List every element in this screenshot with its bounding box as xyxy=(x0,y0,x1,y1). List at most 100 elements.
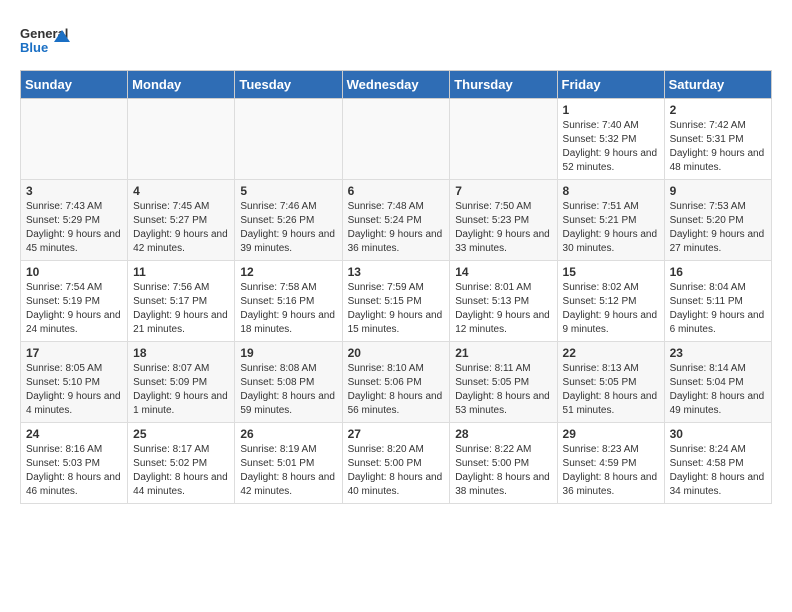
calendar-cell: 1 Sunrise: 7:40 AMSunset: 5:32 PMDaylight… xyxy=(557,99,664,180)
calendar-cell: 16 Sunrise: 8:04 AMSunset: 5:11 PMDayligh… xyxy=(664,261,771,342)
calendar-cell: 28 Sunrise: 8:22 AMSunset: 5:00 PMDayligh… xyxy=(450,423,557,504)
day-number: 15 xyxy=(563,265,659,279)
calendar-header-friday: Friday xyxy=(557,71,664,99)
calendar-week-row: 24 Sunrise: 8:16 AMSunset: 5:03 PMDayligh… xyxy=(21,423,772,504)
calendar-cell: 7 Sunrise: 7:50 AMSunset: 5:23 PMDaylight… xyxy=(450,180,557,261)
day-number: 2 xyxy=(670,103,766,117)
day-number: 1 xyxy=(563,103,659,117)
cell-info: Sunrise: 7:58 AMSunset: 5:16 PMDaylight:… xyxy=(240,281,336,337)
calendar-cell: 2 Sunrise: 7:42 AMSunset: 5:31 PMDaylight… xyxy=(664,99,771,180)
day-number: 7 xyxy=(455,184,551,198)
day-number: 11 xyxy=(133,265,229,279)
calendar-cell: 8 Sunrise: 7:51 AMSunset: 5:21 PMDaylight… xyxy=(557,180,664,261)
calendar-header-sunday: Sunday xyxy=(21,71,128,99)
day-number: 3 xyxy=(26,184,122,198)
calendar-week-row: 10 Sunrise: 7:54 AMSunset: 5:19 PMDayligh… xyxy=(21,261,772,342)
day-number: 4 xyxy=(133,184,229,198)
cell-info: Sunrise: 7:50 AMSunset: 5:23 PMDaylight:… xyxy=(455,200,551,256)
cell-info: Sunrise: 8:11 AMSunset: 5:05 PMDaylight:… xyxy=(455,362,551,418)
calendar-cell: 27 Sunrise: 8:20 AMSunset: 5:00 PMDayligh… xyxy=(342,423,450,504)
day-number: 24 xyxy=(26,427,122,441)
cell-info: Sunrise: 8:17 AMSunset: 5:02 PMDaylight:… xyxy=(133,443,229,499)
day-number: 8 xyxy=(563,184,659,198)
cell-info: Sunrise: 8:04 AMSunset: 5:11 PMDaylight:… xyxy=(670,281,766,337)
calendar-cell: 23Sunrise: 8:14 AMSunset: 5:04 PMDayligh… xyxy=(664,342,771,423)
calendar-cell: 25 Sunrise: 8:17 AMSunset: 5:02 PMDayligh… xyxy=(128,423,235,504)
calendar-cell: 5 Sunrise: 7:46 AMSunset: 5:26 PMDaylight… xyxy=(235,180,342,261)
calendar-cell: 10 Sunrise: 7:54 AMSunset: 5:19 PMDayligh… xyxy=(21,261,128,342)
calendar-cell: 21 Sunrise: 8:11 AMSunset: 5:05 PMDayligh… xyxy=(450,342,557,423)
cell-info: Sunrise: 8:20 AMSunset: 5:00 PMDaylight:… xyxy=(348,443,445,499)
calendar-cell: 6 Sunrise: 7:48 AMSunset: 5:24 PMDaylight… xyxy=(342,180,450,261)
cell-info: Sunrise: 7:59 AMSunset: 5:15 PMDaylight:… xyxy=(348,281,445,337)
cell-info: Sunrise: 8:24 AMSunset: 4:58 PMDaylight:… xyxy=(670,443,766,499)
day-number: 30 xyxy=(670,427,766,441)
calendar-header-monday: Monday xyxy=(128,71,235,99)
cell-info: Sunrise: 7:51 AMSunset: 5:21 PMDaylight:… xyxy=(563,200,659,256)
cell-info: Sunrise: 7:40 AMSunset: 5:32 PMDaylight:… xyxy=(563,119,659,175)
cell-info: Sunrise: 7:53 AMSunset: 5:20 PMDaylight:… xyxy=(670,200,766,256)
cell-info: Sunrise: 8:22 AMSunset: 5:00 PMDaylight:… xyxy=(455,443,551,499)
cell-info: Sunrise: 7:46 AMSunset: 5:26 PMDaylight:… xyxy=(240,200,336,256)
calendar-cell: 22 Sunrise: 8:13 AMSunset: 5:05 PMDayligh… xyxy=(557,342,664,423)
calendar-cell: 24 Sunrise: 8:16 AMSunset: 5:03 PMDayligh… xyxy=(21,423,128,504)
calendar-cell: 18Sunrise: 8:07 AMSunset: 5:09 PMDayligh… xyxy=(128,342,235,423)
day-number: 16 xyxy=(670,265,766,279)
day-number: 5 xyxy=(240,184,336,198)
day-number: 17 xyxy=(26,346,122,360)
calendar-cell: 14Sunrise: 8:01 AMSunset: 5:13 PMDayligh… xyxy=(450,261,557,342)
day-number: 27 xyxy=(348,427,445,441)
calendar-week-row: 1 Sunrise: 7:40 AMSunset: 5:32 PMDaylight… xyxy=(21,99,772,180)
cell-info: Sunrise: 7:42 AMSunset: 5:31 PMDaylight:… xyxy=(670,119,766,175)
cell-info: Sunrise: 7:56 AMSunset: 5:17 PMDaylight:… xyxy=(133,281,229,337)
day-number: 19 xyxy=(240,346,336,360)
calendar-week-row: 17 Sunrise: 8:05 AMSunset: 5:10 PMDayligh… xyxy=(21,342,772,423)
day-number: 6 xyxy=(348,184,445,198)
cell-info: Sunrise: 7:43 AMSunset: 5:29 PMDaylight:… xyxy=(26,200,122,256)
header: General Blue xyxy=(20,20,772,60)
calendar-cell: 4 Sunrise: 7:45 AMSunset: 5:27 PMDaylight… xyxy=(128,180,235,261)
day-number: 12 xyxy=(240,265,336,279)
calendar-header-tuesday: Tuesday xyxy=(235,71,342,99)
day-number: 23 xyxy=(670,346,766,360)
day-number: 25 xyxy=(133,427,229,441)
calendar-cell: 11 Sunrise: 7:56 AMSunset: 5:17 PMDayligh… xyxy=(128,261,235,342)
cell-info: Sunrise: 8:16 AMSunset: 5:03 PMDaylight:… xyxy=(26,443,122,499)
calendar-cell: 12 Sunrise: 7:58 AMSunset: 5:16 PMDayligh… xyxy=(235,261,342,342)
cell-info: Sunrise: 8:10 AMSunset: 5:06 PMDaylight:… xyxy=(348,362,445,418)
cell-info: Sunrise: 8:02 AMSunset: 5:12 PMDaylight:… xyxy=(563,281,659,337)
calendar-cell: 30 Sunrise: 8:24 AMSunset: 4:58 PMDayligh… xyxy=(664,423,771,504)
cell-info: Sunrise: 8:13 AMSunset: 5:05 PMDaylight:… xyxy=(563,362,659,418)
cell-info: Sunrise: 7:45 AMSunset: 5:27 PMDaylight:… xyxy=(133,200,229,256)
calendar-cell: 9 Sunrise: 7:53 AMSunset: 5:20 PMDaylight… xyxy=(664,180,771,261)
logo: General Blue xyxy=(20,20,70,60)
calendar-header-row: SundayMondayTuesdayWednesdayThursdayFrid… xyxy=(21,71,772,99)
calendar-header-saturday: Saturday xyxy=(664,71,771,99)
day-number: 9 xyxy=(670,184,766,198)
cell-info: Sunrise: 8:23 AMSunset: 4:59 PMDaylight:… xyxy=(563,443,659,499)
calendar-cell: 29 Sunrise: 8:23 AMSunset: 4:59 PMDayligh… xyxy=(557,423,664,504)
day-number: 20 xyxy=(348,346,445,360)
cell-info: Sunrise: 8:01 AMSunset: 5:13 PMDaylight:… xyxy=(455,281,551,337)
day-number: 21 xyxy=(455,346,551,360)
calendar-cell xyxy=(450,99,557,180)
day-number: 10 xyxy=(26,265,122,279)
calendar-week-row: 3 Sunrise: 7:43 AMSunset: 5:29 PMDaylight… xyxy=(21,180,772,261)
calendar-cell xyxy=(128,99,235,180)
day-number: 28 xyxy=(455,427,551,441)
calendar-cell xyxy=(235,99,342,180)
calendar-cell: 20 Sunrise: 8:10 AMSunset: 5:06 PMDayligh… xyxy=(342,342,450,423)
cell-info: Sunrise: 7:48 AMSunset: 5:24 PMDaylight:… xyxy=(348,200,445,256)
logo-svg: General Blue xyxy=(20,20,70,60)
calendar-cell: 17 Sunrise: 8:05 AMSunset: 5:10 PMDayligh… xyxy=(21,342,128,423)
calendar-cell: 26Sunrise: 8:19 AMSunset: 5:01 PMDayligh… xyxy=(235,423,342,504)
day-number: 26 xyxy=(240,427,336,441)
day-number: 29 xyxy=(563,427,659,441)
cell-info: Sunrise: 8:08 AMSunset: 5:08 PMDaylight:… xyxy=(240,362,336,418)
calendar-cell: 13Sunrise: 7:59 AMSunset: 5:15 PMDayligh… xyxy=(342,261,450,342)
cell-info: Sunrise: 7:54 AMSunset: 5:19 PMDaylight:… xyxy=(26,281,122,337)
day-number: 22 xyxy=(563,346,659,360)
cell-info: Sunrise: 8:05 AMSunset: 5:10 PMDaylight:… xyxy=(26,362,122,418)
calendar-cell: 3 Sunrise: 7:43 AMSunset: 5:29 PMDaylight… xyxy=(21,180,128,261)
calendar-cell xyxy=(342,99,450,180)
